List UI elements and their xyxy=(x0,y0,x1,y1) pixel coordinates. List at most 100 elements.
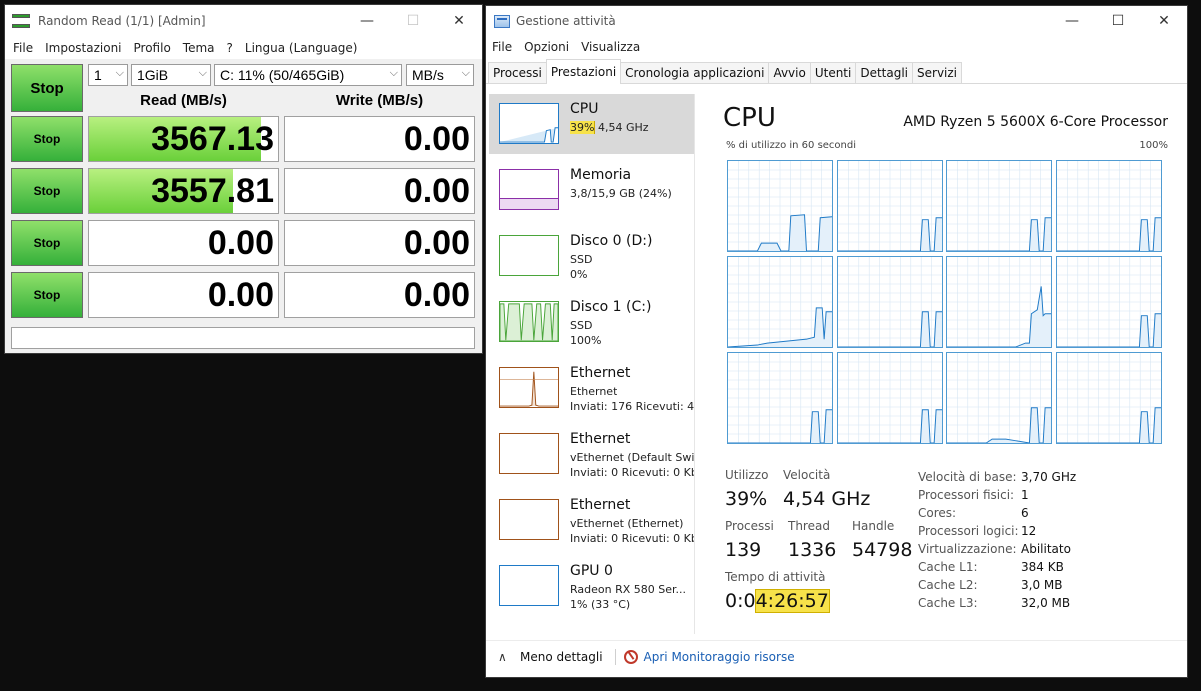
cdm-menu-language[interactable]: Lingua (Language) xyxy=(239,41,364,55)
tm-tabs: Processi Prestazioni Cronologia applicaz… xyxy=(486,58,1187,84)
stop-all-button[interactable]: Stop xyxy=(11,64,83,112)
cdm-body: Stop 1 ⌵ 1GiB ⌵ C: 11% (50/465GiB) ⌵ MB/s ⌵ … xyxy=(5,59,482,353)
read-result: 3567.13 xyxy=(88,116,279,162)
thread-value: 1336 xyxy=(788,539,837,561)
spec-value: 3,70 GHz xyxy=(1021,470,1077,484)
resource-item-gpu[interactable]: GPU 0 Radeon RX 580 Ser... 1% (33 °C) xyxy=(489,556,694,616)
cpu-core-graph xyxy=(1055,160,1162,252)
resource-title: CPU xyxy=(570,101,599,117)
spec-value: Abilitato xyxy=(1021,542,1071,556)
read-header: Read (MB/s) xyxy=(140,92,227,109)
thread-label: Thread xyxy=(788,519,830,533)
tab-utenti[interactable]: Utenti xyxy=(809,62,857,83)
resource-item-ethernet[interactable]: Ethernet Ethernet Inviati: 176 Ricevuti:… xyxy=(489,358,694,418)
write-result: 0.00 xyxy=(284,272,475,318)
close-icon[interactable]: ✕ xyxy=(436,5,482,37)
cdm-menu-file[interactable]: File xyxy=(7,41,39,55)
write-result: 0.00 xyxy=(284,168,475,214)
resource-item-disco0[interactable]: Disco 0 (D:) SSD 0% xyxy=(489,226,694,286)
tab-avvio[interactable]: Avvio xyxy=(768,62,811,83)
read-value: 0.00 xyxy=(207,276,274,314)
cdm-titlebar: Random Read (1/1) [Admin] — ☐ ✕ xyxy=(5,5,482,37)
resource-item-vethernet[interactable]: Ethernet vEthernet (Ethernet) Inviati: 0… xyxy=(489,490,694,550)
cdm-menu-profile[interactable]: Profilo xyxy=(128,41,177,55)
cpu-core-graph xyxy=(1055,352,1162,444)
minimize-icon[interactable]: — xyxy=(1049,6,1095,36)
write-value: 0.00 xyxy=(403,276,470,314)
cdm-title: Random Read (1/1) [Admin] xyxy=(38,14,206,28)
read-value: 0.00 xyxy=(207,224,274,262)
stop-test-button[interactable]: Stop xyxy=(11,220,83,266)
gpu-thumbnail xyxy=(499,565,559,606)
resource-detail: Inviati: 176 Ricevuti: 48,0 xyxy=(570,400,694,413)
resource-subtitle: vEthernet (Ethernet) xyxy=(570,517,684,530)
cpu-panel: CPU AMD Ryzen 5 5600X 6-Core Processor %… xyxy=(694,94,1188,634)
count-value: 1 xyxy=(94,67,102,83)
tab-servizi[interactable]: Servizi xyxy=(912,62,963,83)
taskmanager-icon xyxy=(494,14,510,28)
tm-menu-file[interactable]: File xyxy=(486,40,518,54)
chevron-up-icon[interactable]: ∧ xyxy=(498,650,510,664)
maximize-icon[interactable]: ☐ xyxy=(1095,6,1141,36)
write-result: 0.00 xyxy=(284,116,475,162)
cdm-menu-settings[interactable]: Impostazioni xyxy=(39,41,127,55)
chevron-down-icon: ⌵ xyxy=(389,67,398,79)
resource-detail: Inviati: 0 Ricevuti: 0 Kbps xyxy=(570,532,694,545)
tab-processi[interactable]: Processi xyxy=(488,62,547,83)
spec-value: 3,0 MB xyxy=(1021,578,1063,592)
resource-title: Ethernet xyxy=(570,365,631,381)
spec-label: Velocità di base: xyxy=(918,470,1017,484)
cdm-app-icon xyxy=(12,14,30,28)
minimize-icon[interactable]: — xyxy=(344,5,390,37)
tab-cronologia[interactable]: Cronologia applicazioni xyxy=(620,62,770,83)
utilizzo-label: Utilizzo xyxy=(725,468,769,482)
resource-detail: 1% (33 °C) xyxy=(570,598,631,611)
cdm-menu-theme[interactable]: Tema xyxy=(177,41,221,55)
spec-label: Virtualizzazione: xyxy=(918,542,1017,556)
fewer-details-link[interactable]: Meno dettagli xyxy=(520,650,603,664)
size-select[interactable]: 1GiB ⌵ xyxy=(131,64,211,86)
tm-menu-options[interactable]: Opzioni xyxy=(518,40,575,54)
close-icon[interactable]: ✕ xyxy=(1141,6,1187,36)
stop-test-button[interactable]: Stop xyxy=(11,116,83,162)
cpu-core-graph xyxy=(727,352,833,444)
stop-test-button[interactable]: Stop xyxy=(11,168,83,214)
cpu-heading: CPU xyxy=(723,103,776,133)
open-resource-monitor-link[interactable]: Apri Monitoraggio risorse xyxy=(644,650,795,664)
uptime-value: 0:04:26:57 xyxy=(725,589,830,613)
drive-select[interactable]: C: 11% (50/465GiB) ⌵ xyxy=(214,64,402,86)
unit-select[interactable]: MB/s ⌵ xyxy=(406,64,474,86)
chevron-down-icon: ⌵ xyxy=(198,67,207,79)
chevron-down-icon: ⌵ xyxy=(115,67,124,79)
resource-list: CPU 39% 4,54 GHz Memoria 3,8/15,9 GB (24… xyxy=(489,94,694,634)
ethernet-thumbnail xyxy=(499,367,559,408)
uptime-label: Tempo di attività xyxy=(725,570,826,584)
resource-subtitle: vEthernet (Default Switch) xyxy=(570,451,694,464)
resource-item-memoria[interactable]: Memoria 3,8/15,9 GB (24%) xyxy=(489,160,694,220)
resource-subtitle: Radeon RX 580 Ser... xyxy=(570,583,687,596)
cpu-core-graph xyxy=(946,256,1052,348)
tm-menu-view[interactable]: Visualizza xyxy=(575,40,646,54)
resource-item-cpu[interactable]: CPU 39% 4,54 GHz xyxy=(489,94,694,154)
resource-item-disco1[interactable]: Disco 1 (C:) SSD 100% xyxy=(489,292,694,352)
read-result: 0.00 xyxy=(88,272,279,318)
tab-prestazioni[interactable]: Prestazioni xyxy=(545,59,622,84)
footer-divider xyxy=(614,648,616,665)
cpu-speed: 4,54 GHz xyxy=(597,121,649,134)
count-select[interactable]: 1 ⌵ xyxy=(88,64,128,86)
tab-dettagli[interactable]: Dettagli xyxy=(855,62,914,83)
cpu-core-graph xyxy=(727,160,833,252)
cpu-core-graph xyxy=(946,352,1052,444)
chevron-down-icon: ⌵ xyxy=(461,67,470,79)
tm-titlebar: Gestione attività — ☐ ✕ xyxy=(486,6,1187,36)
resource-item-vethernet-default[interactable]: Ethernet vEthernet (Default Switch) Invi… xyxy=(489,424,694,484)
resource-title: Ethernet xyxy=(570,431,631,447)
stop-test-button[interactable]: Stop xyxy=(11,272,83,318)
cdm-menubar: File Impostazioni Profilo Tema ? Lingua … xyxy=(5,37,482,59)
maximize-icon[interactable]: ☐ xyxy=(390,5,436,37)
cdm-menu-help[interactable]: ? xyxy=(221,41,239,55)
disk0-thumbnail xyxy=(499,235,559,276)
spec-label: Cache L1: xyxy=(918,560,978,574)
cpu-usage-highlight: 39% xyxy=(570,121,596,134)
spec-label: Processori logici: xyxy=(918,524,1019,538)
